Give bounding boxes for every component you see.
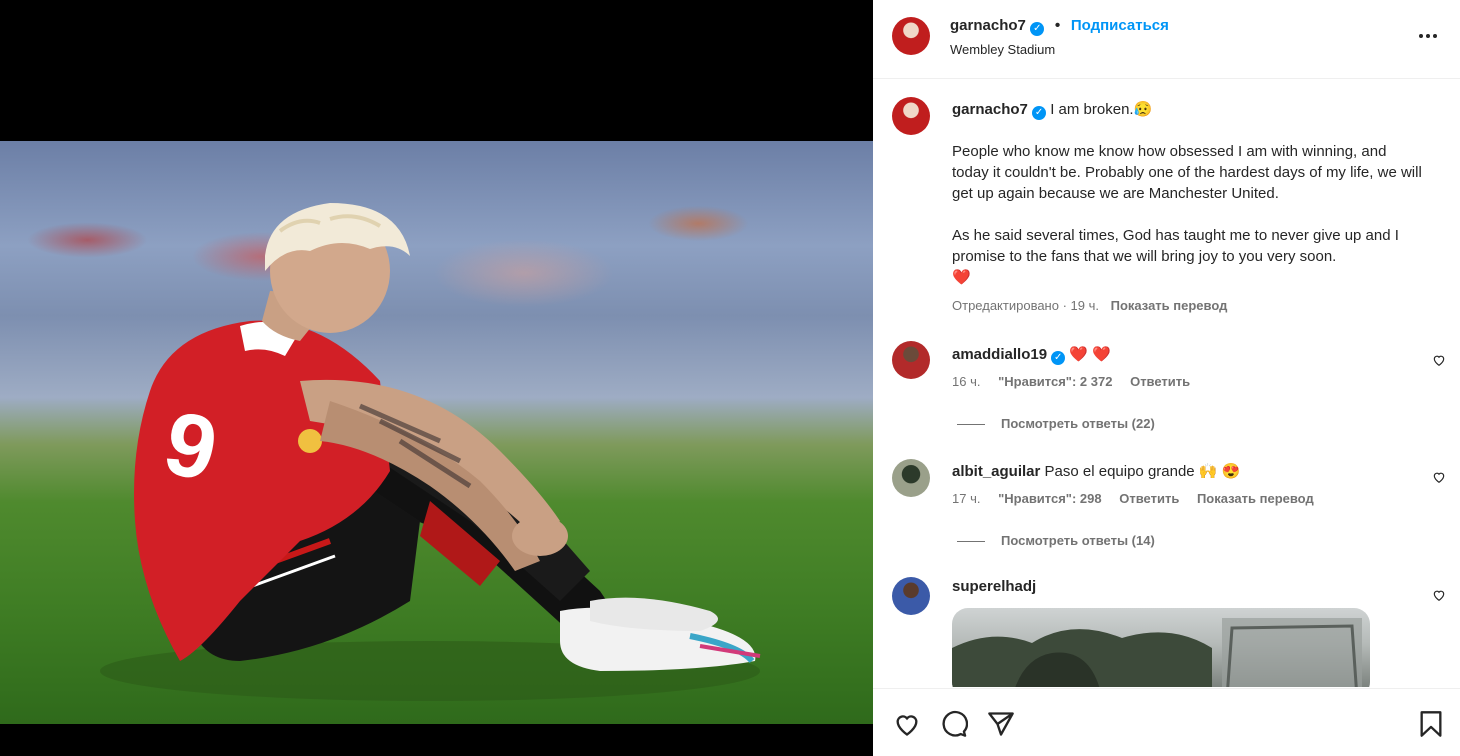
view-replies-button[interactable]: Посмотреть ответы (14): [957, 533, 1155, 548]
post-details-panel: garnacho7 ✓ • Подписаться Wembley Stadiu…: [873, 0, 1460, 756]
post-photo[interactable]: 9: [0, 141, 873, 724]
avatar[interactable]: [892, 97, 930, 135]
comment-time[interactable]: 17 ч.: [952, 491, 980, 506]
view-replies-label: Посмотреть ответы (14): [1001, 533, 1155, 548]
caption-edited-time: Отредактировано · 19 ч.: [952, 298, 1099, 313]
post-location[interactable]: Wembley Stadium: [950, 42, 1055, 57]
comment-time[interactable]: 16 ч.: [952, 374, 980, 389]
more-horizontal-icon[interactable]: [1418, 33, 1438, 39]
caption-heart-emoji: ❤️: [952, 269, 971, 286]
post-action-bar: [873, 688, 1460, 756]
comment-text: ❤️ ❤️: [1069, 346, 1111, 363]
avatar[interactable]: [892, 459, 930, 497]
comment-text: Paso el equipo grande 🙌 😍: [1044, 463, 1241, 480]
comment-reply-button[interactable]: Ответить: [1130, 374, 1190, 389]
caption-username[interactable]: garnacho7: [952, 101, 1028, 118]
post-media-pane: 9: [0, 0, 873, 755]
view-replies-button[interactable]: Посмотреть ответы (22): [957, 416, 1155, 431]
avatar[interactable]: [892, 577, 930, 615]
separator-dot: •: [1054, 17, 1061, 34]
photo-player-illustration: 9: [100, 203, 761, 701]
comment-reply-button[interactable]: Ответить: [1119, 491, 1179, 506]
view-replies-label: Посмотреть ответы (22): [1001, 416, 1155, 431]
caption-meta: Отредактировано · 19 ч. Показать перевод: [952, 298, 1227, 313]
replies-divider: [957, 424, 985, 426]
post-author-username[interactable]: garnacho7: [950, 17, 1026, 34]
comment-likes[interactable]: "Нравится": 298: [998, 491, 1102, 506]
avatar[interactable]: [892, 341, 930, 379]
bookmark-icon[interactable]: [1417, 710, 1445, 738]
comment-body: amaddiallo19 ✓ ❤️ ❤️: [952, 345, 1111, 365]
comments-scroll-area[interactable]: garnacho7 ✓ I am broken.😥 People who kno…: [873, 79, 1460, 687]
verified-badge-icon: ✓: [1030, 22, 1045, 36]
comment-body: albit_aguilar Paso el equipo grande 🙌 😍: [952, 462, 1240, 480]
heart-icon[interactable]: [893, 710, 921, 738]
comment-translate-link[interactable]: Показать перевод: [1197, 491, 1314, 506]
comment-icon[interactable]: [940, 710, 968, 738]
verified-badge-icon: ✓: [1032, 106, 1047, 120]
heart-icon[interactable]: [1432, 588, 1446, 602]
comment-meta: 16 ч. "Нравится": 2 372 Ответить: [952, 374, 1204, 389]
verified-badge-icon: ✓: [1051, 351, 1066, 365]
caption-body: garnacho7 ✓ I am broken.😥 People who kno…: [952, 99, 1432, 288]
follow-button[interactable]: Подписаться: [1071, 17, 1169, 34]
caption-paragraph-2: As he said several times, God has taught…: [952, 227, 1399, 265]
heart-icon[interactable]: [1432, 470, 1446, 484]
comment-meta: 17 ч. "Нравится": 298 Ответить Показать …: [952, 491, 1328, 506]
heart-icon[interactable]: [1432, 353, 1446, 367]
caption-paragraph-1: People who know me know how obsessed I a…: [952, 143, 1422, 202]
comment-username[interactable]: amaddiallo19: [952, 346, 1047, 363]
replies-divider: [957, 541, 985, 543]
avatar[interactable]: [892, 17, 930, 55]
caption-headline: I am broken.😥: [1050, 101, 1153, 118]
post-header: garnacho7 ✓ • Подписаться Wembley Stadiu…: [873, 0, 1460, 79]
comment-username[interactable]: albit_aguilar: [952, 463, 1040, 480]
comment-username[interactable]: superelhadj: [952, 578, 1036, 595]
send-icon[interactable]: [987, 710, 1015, 738]
comment-likes[interactable]: "Нравится": 2 372: [998, 374, 1112, 389]
caption-translate-link[interactable]: Показать перевод: [1111, 298, 1228, 313]
comment-media-thumbnail[interactable]: [952, 608, 1370, 687]
post-author-row: garnacho7 ✓ • Подписаться: [950, 17, 1169, 36]
comment-media-image: [952, 618, 1362, 687]
comment-body: superelhadj: [952, 578, 1036, 595]
